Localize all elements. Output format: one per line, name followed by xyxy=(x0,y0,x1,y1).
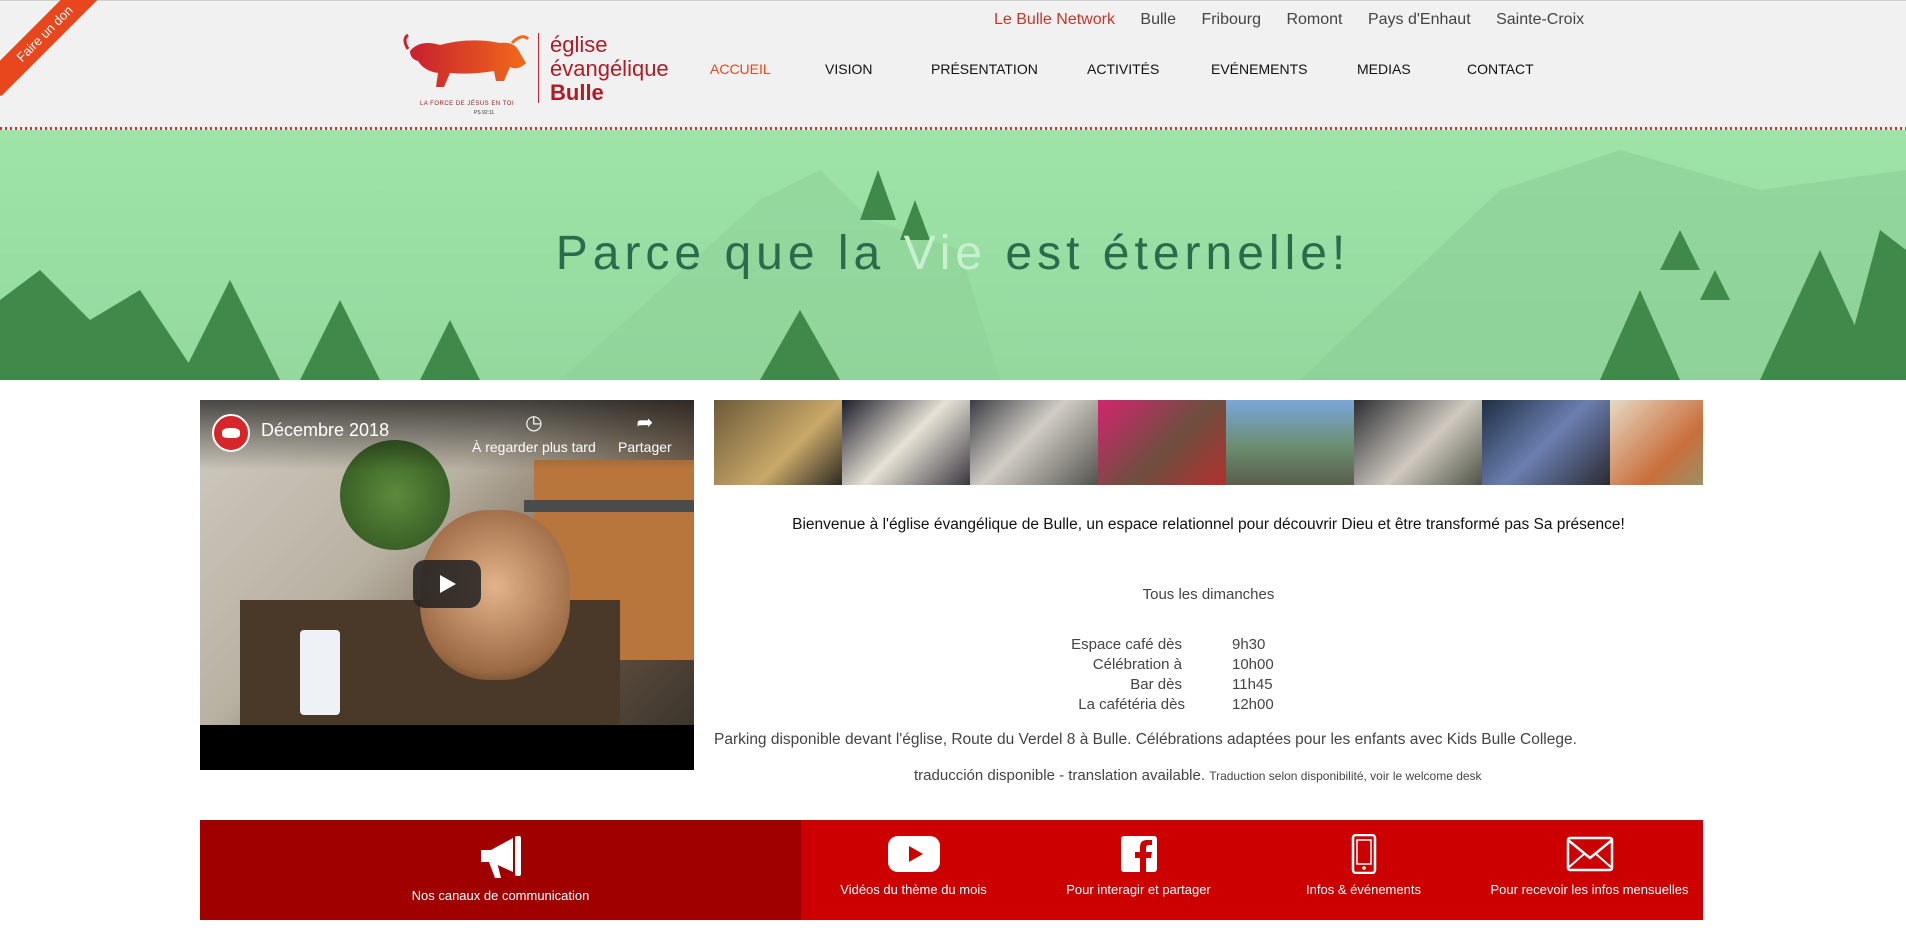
share-label: Partager xyxy=(618,439,672,455)
schedule-label: Espace café dès xyxy=(1071,636,1182,653)
youtube-video-player[interactable]: Décembre 2018 ◷ À regarder plus tard ➦ P… xyxy=(200,400,694,770)
hero-text-after: est éternelle! xyxy=(987,227,1351,280)
play-button[interactable] xyxy=(413,560,481,608)
sunday-label: Tous les dimanches xyxy=(1142,586,1275,603)
facebook-icon xyxy=(1120,836,1157,874)
schedule-time: 11h45 xyxy=(1232,676,1273,693)
megaphone-icon xyxy=(480,836,521,878)
nav-medias[interactable]: MEDIAS xyxy=(1357,61,1411,77)
gallery-photo[interactable] xyxy=(1098,400,1226,485)
donate-ribbon[interactable]: Faire un don xyxy=(0,0,108,97)
nav-vision[interactable]: VISION xyxy=(825,61,872,77)
logo-tagline: LA FORCE DE JÉSUS EN TOI xyxy=(420,101,515,107)
gallery-photo[interactable] xyxy=(1226,400,1354,485)
schedule-label: Bar dès xyxy=(1130,676,1182,693)
translation-info: traducción disponible - translation avai… xyxy=(914,767,1482,784)
youtube-channel-link[interactable]: Vidéos du thème du mois xyxy=(801,820,1026,920)
youtube-channel-label: Vidéos du thème du mois xyxy=(840,882,987,897)
network-link-bulle-network[interactable]: Le Bulle Network xyxy=(994,11,1115,28)
nav-accueil[interactable]: ACCUEIL xyxy=(710,61,771,77)
social-channels-bar: Nos canaux de communication Vidéos du th… xyxy=(200,820,1703,920)
nav-presentation[interactable]: PRÉSENTATION xyxy=(931,61,1038,77)
share-button[interactable]: ➦ Partager xyxy=(618,410,672,455)
newsletter-label: Pour recevoir les infos mensuelles xyxy=(1490,882,1689,897)
nav-contact[interactable]: CONTACT xyxy=(1467,61,1534,77)
parking-info: Parking disponible devant l'église, Rout… xyxy=(714,731,1577,748)
phone-icon xyxy=(1351,834,1376,874)
envelope-icon xyxy=(1566,836,1613,872)
facebook-channel-label: Pour interagir et partager xyxy=(1066,882,1211,897)
clock-icon: ◷ xyxy=(525,412,543,434)
share-arrow-icon: ➦ xyxy=(636,412,654,434)
network-link-romont[interactable]: Romont xyxy=(1286,11,1342,28)
newsletter-link[interactable]: Pour recevoir les infos mensuelles xyxy=(1476,820,1703,920)
schedule-time: 9h30 xyxy=(1232,636,1266,653)
logo-line-2: évangélique xyxy=(550,56,669,81)
gallery-photo[interactable] xyxy=(1482,400,1610,485)
gallery-photo[interactable] xyxy=(842,400,970,485)
network-link-pays-denhaut[interactable]: Pays d'Enhaut xyxy=(1368,11,1471,28)
nav-evenements[interactable]: EVÉNEMENTS xyxy=(1211,61,1307,77)
bull-logo-icon xyxy=(403,33,530,87)
facebook-channel-link[interactable]: Pour interagir et partager xyxy=(1026,820,1251,920)
mobile-info-label: Infos & événements xyxy=(1306,882,1421,897)
site-logo[interactable]: église évangélique Bulle LA FORCE DE JÉS… xyxy=(400,31,675,121)
video-title[interactable]: Décembre 2018 xyxy=(261,420,389,441)
gallery-photo[interactable] xyxy=(1354,400,1482,485)
nav-activites[interactable]: ACTIVITÉS xyxy=(1087,61,1159,77)
thumbnail-counter xyxy=(524,500,694,512)
channel-avatar[interactable] xyxy=(212,414,250,452)
gallery-photo[interactable] xyxy=(714,400,842,485)
channels-intro: Nos canaux de communication xyxy=(200,820,801,920)
logo-line-3: Bulle xyxy=(550,80,604,105)
schedule-label: Célébration à xyxy=(1092,656,1182,673)
network-link-sainte-croix[interactable]: Sainte-Croix xyxy=(1496,11,1584,28)
hero-text-before: Parce que la xyxy=(555,227,904,280)
welcome-headline: Bienvenue à l'église évangélique de Bull… xyxy=(792,516,1625,533)
schedule-time: 10h00 xyxy=(1232,656,1274,673)
logo-verse: PS 92:11 xyxy=(474,110,495,116)
logo-line-1: église xyxy=(550,32,608,57)
translation-text: traducción disponible - translation avai… xyxy=(914,767,1206,784)
youtube-icon xyxy=(887,836,940,872)
hero-headline: Parce que la Vie est éternelle! xyxy=(0,226,1906,281)
network-nav: Le Bulle Network Bulle Fribourg Romont P… xyxy=(994,11,1605,29)
hero-banner: Parce que la Vie est éternelle! xyxy=(0,130,1906,380)
watch-later-label: À regarder plus tard xyxy=(472,439,596,455)
network-link-fribourg[interactable]: Fribourg xyxy=(1201,11,1261,28)
thumbnail-bottle xyxy=(300,630,340,715)
channels-intro-label: Nos canaux de communication xyxy=(411,888,590,903)
hero-text-highlight: Vie xyxy=(903,227,988,280)
gallery-photo[interactable] xyxy=(1610,400,1703,485)
logo-divider xyxy=(538,33,539,103)
site-header: Faire un don église évangélique Bulle LA… xyxy=(0,0,1906,129)
schedule-time: 12h00 xyxy=(1232,696,1274,713)
photo-gallery-strip xyxy=(714,400,1703,485)
logo-wordmark: église évangélique Bulle xyxy=(550,33,669,105)
translation-note: Traduction selon disponibilité, voir le … xyxy=(1209,769,1482,783)
network-link-bulle[interactable]: Bulle xyxy=(1140,11,1176,28)
gallery-photo[interactable] xyxy=(970,400,1098,485)
mobile-info-link[interactable]: Infos & événements xyxy=(1251,820,1476,920)
watch-later-button[interactable]: ◷ À regarder plus tard xyxy=(472,410,596,455)
schedule-label: La cafétéria dès xyxy=(1078,696,1185,713)
